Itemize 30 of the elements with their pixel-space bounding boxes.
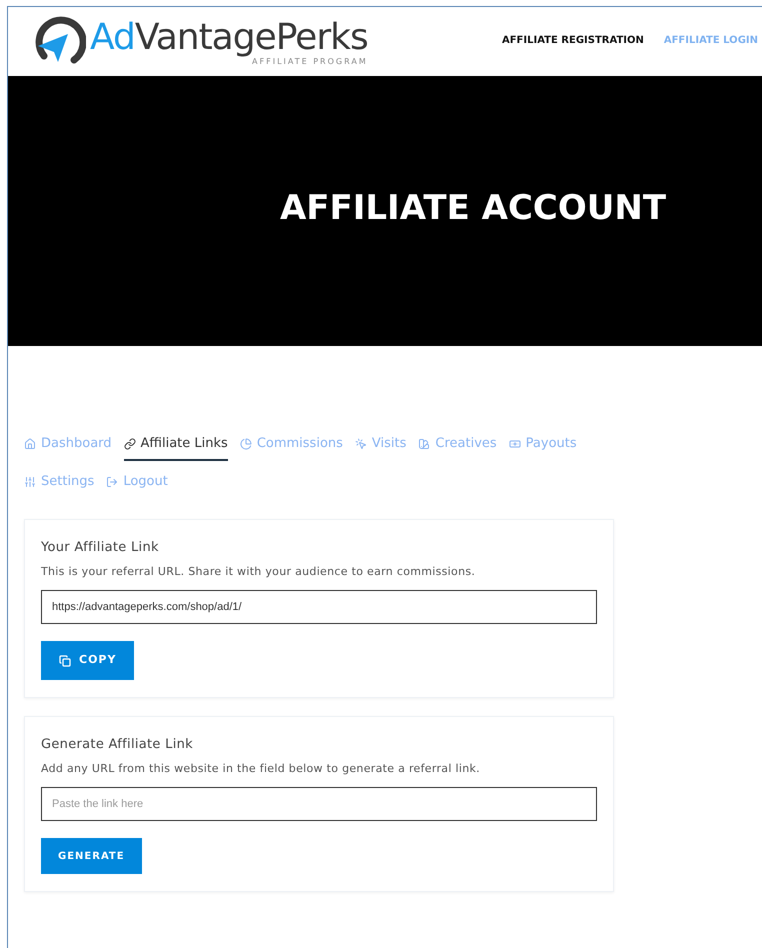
card-title: Your Affiliate Link bbox=[41, 539, 160, 557]
cursor-click-icon bbox=[354, 438, 367, 450]
nav-link[interactable]: AFFILIATE REGISTRATION bbox=[502, 33, 644, 48]
account-tab[interactable]: Dashboard bbox=[24, 429, 112, 461]
account-tab[interactable]: Commissions bbox=[240, 429, 343, 461]
card-description: Add any URL from this website in the field below to generate a referral link. bbox=[41, 760, 481, 776]
account-tab[interactable]: Logout bbox=[106, 467, 168, 499]
hero-title: AFFILIATE ACCOUNT bbox=[280, 186, 666, 230]
brand-name: AdVantagePerks bbox=[90, 18, 368, 58]
card-description: This is your referral URL. Share it with your audience to earn commissions. bbox=[41, 564, 476, 580]
account-tab[interactable]: Payouts bbox=[508, 429, 577, 461]
link-input-field[interactable]: Paste the link here bbox=[41, 787, 597, 821]
link-icon bbox=[124, 438, 136, 450]
copy-icon bbox=[59, 654, 71, 666]
house-icon bbox=[24, 438, 36, 450]
url-field[interactable]: https://advantageperks.com/shop/ad/1/ bbox=[41, 590, 597, 624]
card-title: Generate Affiliate Link bbox=[41, 736, 194, 754]
swatch-icon bbox=[418, 438, 430, 450]
logout-icon bbox=[106, 476, 118, 488]
banknote-icon bbox=[508, 438, 521, 450]
copy-button[interactable]: COPY bbox=[41, 641, 134, 680]
generate-button[interactable]: GENERATE bbox=[41, 838, 142, 874]
account-tab[interactable]: Affiliate Links bbox=[124, 429, 228, 461]
brand-tagline: AFFILIATE PROGRAM bbox=[252, 58, 368, 66]
sliders-icon bbox=[24, 476, 36, 488]
nav-link[interactable]: AFFILIATE LOGIN bbox=[664, 33, 758, 48]
account-tab[interactable]: Visits bbox=[354, 429, 406, 461]
account-tab[interactable]: Creatives bbox=[418, 429, 497, 461]
pie-chart-icon bbox=[240, 438, 252, 450]
account-tab[interactable]: Settings bbox=[24, 467, 94, 499]
